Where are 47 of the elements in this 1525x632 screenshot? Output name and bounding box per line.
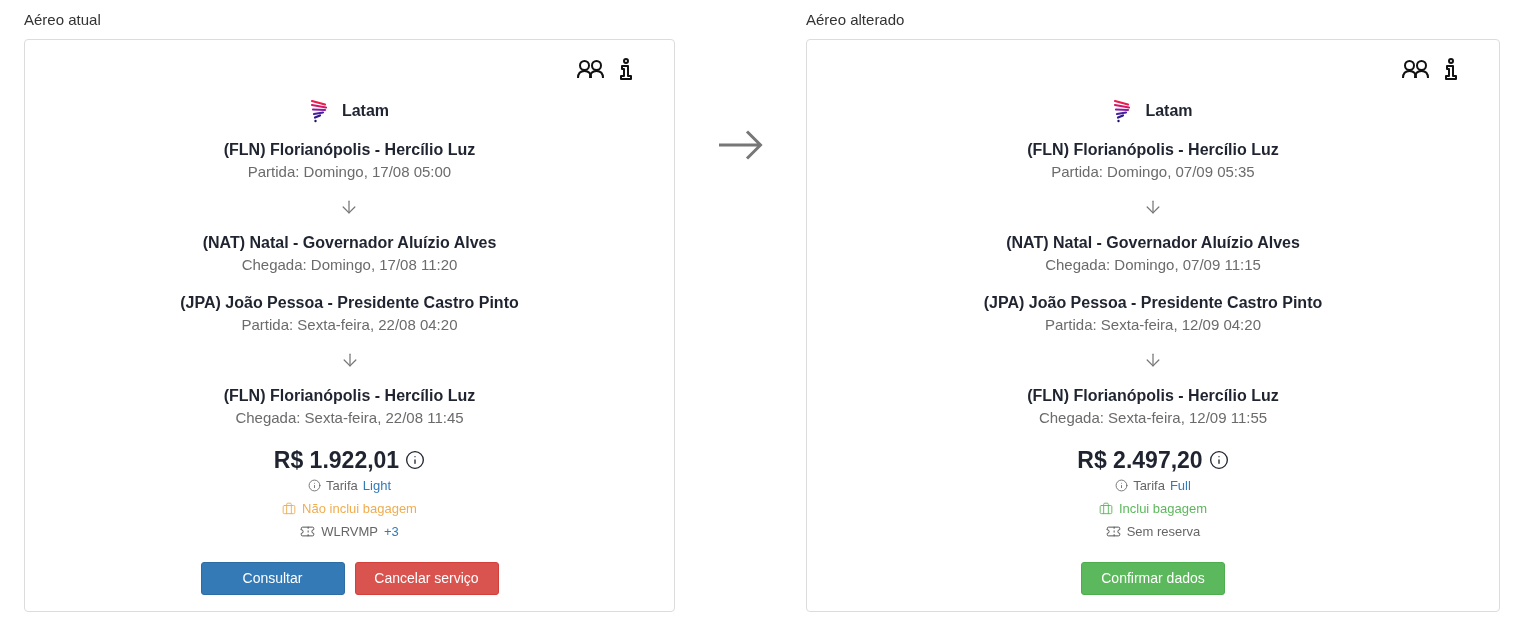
- panel-title: Aéreo alterado: [806, 10, 906, 30]
- price: R$ 1.922,01: [273, 445, 400, 475]
- action-button[interactable]: Confirmar dados: [1081, 562, 1225, 595]
- airport-name: (FLN) Florianópolis - Hercílio Luz: [223, 140, 476, 160]
- action-button[interactable]: Cancelar serviço: [354, 562, 499, 595]
- ticket-icon: [300, 524, 316, 539]
- flight-time: Partida: Domingo, 17/08 05:00: [247, 162, 452, 182]
- info-icon: [405, 450, 426, 470]
- airline-logo: [1113, 99, 1132, 123]
- panel-title: Aéreo atual: [24, 10, 102, 30]
- flight-time: Partida: Sexta-feira, 22/08 04:20: [241, 315, 458, 335]
- airport-name: (JPA) João Pessoa - Presidente Castro Pinto: [983, 293, 1323, 313]
- flight-time: Chegada: Sexta-feira, 12/09 11:55: [1038, 408, 1268, 428]
- more-count[interactable]: +3: [384, 521, 399, 542]
- airport-name: (FLN) Florianópolis - Hercílio Luz: [1027, 140, 1279, 160]
- people-icon[interactable]: [1402, 59, 1429, 79]
- people-icon[interactable]: [577, 59, 604, 79]
- airport-name: (NAT) Natal - Governador Aluízio Alves: [1006, 233, 1300, 253]
- airport-name: (JPA) João Pessoa - Presidente Castro Pinto: [180, 293, 519, 313]
- flight-time: Chegada: Domingo, 07/09 11:15: [1045, 255, 1261, 275]
- info-icon[interactable]: [620, 58, 632, 80]
- flight-time: Chegada: Sexta-feira, 22/08 11:45: [235, 408, 464, 428]
- flight-time: Partida: Domingo, 07/09 05:35: [1051, 162, 1255, 182]
- airline-name: Latam: [1145, 101, 1193, 121]
- right-arrow-icon: [718, 130, 763, 160]
- info-icon: [308, 479, 321, 492]
- airline-name: Latam: [341, 101, 390, 121]
- price: R$ 2.497,20: [1077, 445, 1203, 475]
- info-icon: [1208, 450, 1229, 470]
- airport-name: (NAT) Natal - Governador Aluízio Alves: [202, 233, 497, 253]
- info-icon[interactable]: [1445, 58, 1457, 80]
- fare-name: Full: [1169, 476, 1191, 495]
- reservation-code: Sem reserva: [1126, 522, 1201, 541]
- airport-name: (FLN) Florianópolis - Hercílio Luz: [223, 386, 476, 406]
- fare-label: Tarifa: [1133, 476, 1165, 495]
- fare-name: Light: [362, 476, 391, 495]
- ticket-icon: [1105, 524, 1121, 539]
- info-icon: [1115, 479, 1129, 492]
- action-button[interactable]: Consultar: [200, 562, 345, 595]
- fare-label: Tarifa: [326, 476, 358, 495]
- reservation-code: WLRVMP: [321, 522, 378, 541]
- baggage-status: Inclui bagagem: [1118, 499, 1208, 518]
- airline-logo: [309, 99, 328, 123]
- flight-time: Partida: Sexta-feira, 12/09 04:20: [1045, 315, 1261, 335]
- flight-time: Chegada: Domingo, 17/08 11:20: [241, 255, 458, 275]
- baggage-status: Não inclui bagagem: [302, 499, 417, 518]
- airport-name: (FLN) Florianópolis - Hercílio Luz: [1027, 386, 1279, 406]
